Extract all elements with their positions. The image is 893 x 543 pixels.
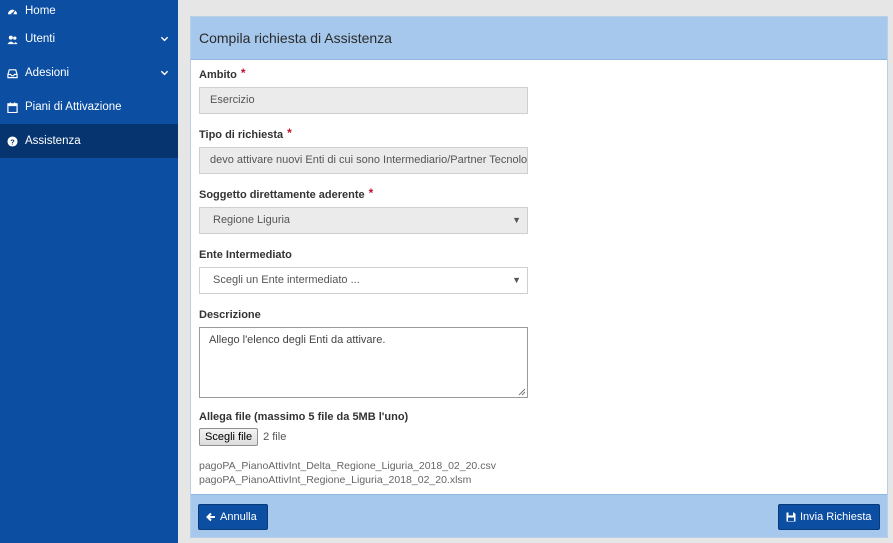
- sidebar-item-label: Adesioni: [25, 67, 70, 79]
- tipo-richiesta-input: devo attivare nuovi Enti di cui sono Int…: [199, 147, 528, 174]
- calendar-icon: [6, 101, 18, 113]
- users-icon: [6, 33, 18, 45]
- attached-file-list: pagoPA_PianoAttivInt_Delta_Regione_Ligur…: [199, 459, 887, 487]
- sidebar: Home Utenti Adesioni Piani di Attivazion…: [0, 0, 178, 543]
- tipo-richiesta-label: Tipo di richiesta: [199, 129, 284, 141]
- dropdown-caret-icon: ▼: [512, 275, 521, 285]
- sidebar-item-label: Assistenza: [25, 135, 81, 147]
- sidebar-item-utenti[interactable]: Utenti: [0, 22, 178, 56]
- save-floppy-icon: [786, 512, 796, 522]
- required-marker: *: [287, 126, 292, 140]
- ambito-label: Ambito: [199, 69, 237, 81]
- ente-select-value: Scegli un Ente intermediato ...: [213, 274, 360, 286]
- sidebar-item-label: Home: [25, 5, 56, 17]
- soggetto-field: Soggetto direttamente aderente * Regione …: [199, 186, 887, 234]
- panel-footer: Annulla Invia Richiesta: [191, 494, 887, 537]
- soggetto-select[interactable]: Regione Liguria ▼: [199, 207, 528, 234]
- sidebar-item-label: Piani di Attivazione: [25, 101, 122, 113]
- arrow-left-icon: [206, 512, 215, 522]
- ente-field: Ente Intermediato Scegli un Ente interme…: [199, 248, 887, 294]
- resize-handle-icon[interactable]: [518, 388, 526, 396]
- ambito-input: Esercizio: [199, 87, 528, 114]
- required-marker: *: [368, 186, 374, 200]
- inbox-icon: [6, 67, 18, 79]
- panel-title: Compila richiesta di Assistenza: [191, 17, 887, 60]
- ambito-field: Ambito * Esercizio: [199, 66, 887, 114]
- tipo-richiesta-field: Tipo di richiesta * devo attivare nuovi E…: [199, 126, 887, 174]
- allegati-field: Allega file (massimo 5 file da 5MB l'uno…: [199, 410, 887, 487]
- ente-label: Ente Intermediato: [199, 249, 292, 261]
- attached-file-name: pagoPA_PianoAttivInt_Regione_Liguria_201…: [199, 474, 472, 486]
- sidebar-item-label: Utenti: [25, 33, 56, 45]
- allegati-label: Allega file (massimo 5 file da 5MB l'uno…: [199, 411, 409, 423]
- assistance-form-panel: Compila richiesta di Assistenza Ambito * …: [190, 16, 888, 538]
- chevron-down-icon: [160, 70, 169, 76]
- submit-button-label: Invia Richiesta: [800, 511, 872, 523]
- sidebar-item-adesioni[interactable]: Adesioni: [0, 56, 178, 90]
- attached-file-name: pagoPA_PianoAttivInt_Delta_Regione_Ligur…: [199, 460, 496, 472]
- sidebar-item-piani-attivazione[interactable]: Piani di Attivazione: [0, 90, 178, 124]
- sidebar-item-assistenza[interactable]: ? Assistenza: [0, 124, 178, 158]
- file-count: 2 file: [263, 431, 287, 443]
- descrizione-label: Descrizione: [199, 309, 261, 321]
- soggetto-select-value: Regione Liguria: [213, 214, 291, 226]
- form-body: Ambito * Esercizio Tipo di richiesta * dev…: [191, 60, 887, 487]
- ente-select[interactable]: Scegli un Ente intermediato ... ▼: [199, 267, 528, 294]
- question-circle-icon: ?: [6, 135, 18, 147]
- svg-text:?: ?: [10, 137, 15, 146]
- cancel-button-label: Annulla: [220, 511, 257, 523]
- required-marker: *: [240, 66, 246, 80]
- chevron-down-icon: [160, 36, 169, 42]
- cancel-button[interactable]: Annulla: [198, 504, 268, 530]
- submit-request-button[interactable]: Invia Richiesta: [778, 504, 880, 530]
- descrizione-textarea[interactable]: Allego l'elenco degli Enti da attivare.: [199, 327, 528, 398]
- soggetto-label: Soggetto direttamente aderente: [199, 189, 365, 201]
- descrizione-value: Allego l'elenco degli Enti da attivare.: [209, 334, 386, 346]
- sidebar-item-home[interactable]: Home: [0, 0, 178, 22]
- dashboard-icon: [6, 5, 18, 17]
- choose-file-button[interactable]: Scegli file: [199, 428, 259, 446]
- dropdown-caret-icon: ▼: [512, 215, 521, 225]
- descrizione-field: Descrizione Allego l'elenco degli Enti d…: [199, 308, 887, 398]
